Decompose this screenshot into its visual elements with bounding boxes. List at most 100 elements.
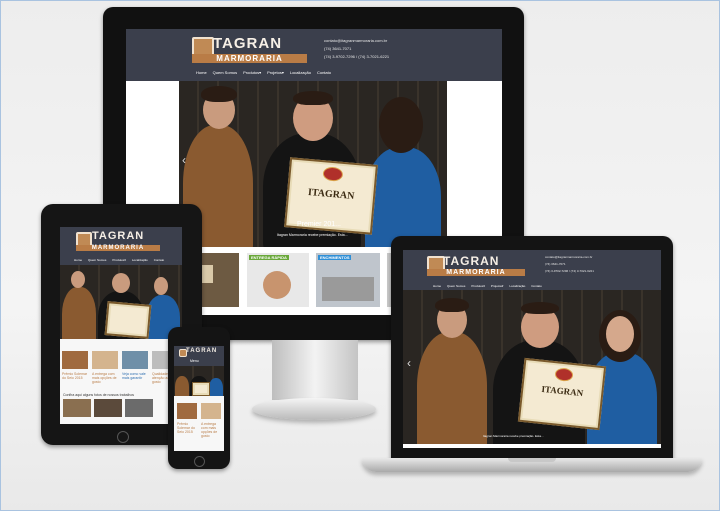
phone-screen: TAGRAN Menu Prêmio Solemar do Seio 2015 … <box>174 346 224 451</box>
tablet-thumb-1[interactable] <box>62 351 88 369</box>
slider-prev-icon[interactable]: ‹ <box>182 153 186 167</box>
tile-2-label: ENTREGA RÁPIDA <box>249 255 289 260</box>
tablet-person-left <box>62 287 96 339</box>
tablet-thumbs: Prêmio Solemar do Seio 2015 A entrega co… <box>62 351 180 387</box>
phone-hero-slider[interactable] <box>174 366 224 396</box>
tablet-brand-name: TAGRAN <box>92 230 145 242</box>
tablet-link-2[interactable]: A entrega com mais opções de gosto <box>92 372 120 384</box>
monitor-neck <box>272 340 358 400</box>
person-right-hair <box>379 97 423 153</box>
brand-subtitle: MARMORARIA <box>192 54 307 63</box>
laptop-nav-about[interactable]: Quem Somos <box>447 284 465 288</box>
laptop-hero-slider[interactable]: ITAGRAN ‹ Itagran Marmoraria recebe prem… <box>403 290 661 444</box>
laptop-brand-name: TAGRAN <box>443 254 500 268</box>
laptop-certificate-title: ITAGRAN <box>540 383 584 399</box>
laptop-nav-contact[interactable]: Contato <box>531 284 542 288</box>
person-left-hair <box>201 86 237 102</box>
tablet-gallery-3[interactable] <box>125 399 153 417</box>
contact-phone: (74) 3641-7071 <box>324 46 352 51</box>
monitor-base <box>252 398 376 420</box>
tile-3-label: ENCHIMENTOS <box>318 255 352 260</box>
laptop-contact-email[interactable]: contato@itagranmarmoraria.com.br <box>545 255 592 259</box>
tablet-certificate <box>104 301 152 339</box>
laptop-person-right-head <box>606 316 634 352</box>
laptop-certificate-seal <box>554 367 574 383</box>
nav-projects[interactable]: Projetos▾ <box>267 70 284 75</box>
certificate-title: ITAGRAN <box>307 187 355 203</box>
phone-header: TAGRAN Menu <box>174 346 224 366</box>
tablet-nav-products[interactable]: Produtos▾ <box>112 258 126 262</box>
tablet-nav-about[interactable]: Quem Somos <box>88 258 106 262</box>
nav-products[interactable]: Produtos▾ <box>243 70 261 75</box>
laptop-header: TAGRAN MARMORARIA contato@itagranmarmora… <box>403 250 661 290</box>
nav-about[interactable]: Quem Somos <box>213 70 237 75</box>
tablet-home-button <box>117 431 129 443</box>
tablet-brand-subtitle: MARMORARIA <box>76 245 160 251</box>
slide-sub-caption: Itagran Marmoraria recebe premiação. Est… <box>277 233 348 237</box>
tablet-person-right-head <box>154 277 168 295</box>
tablet-gallery-1[interactable] <box>63 399 91 417</box>
person-right <box>365 147 441 247</box>
laptop-contact-phone-2: (74) 3-9702-7296 / (74) 3-7021-6221 <box>545 269 594 273</box>
phone-brand-name: TAGRAN <box>186 348 218 354</box>
contact-phone-2: (74) 3-9702-7296 / (74) 3-7021-6221 <box>324 54 390 59</box>
tablet-thumb-3[interactable] <box>122 351 148 369</box>
tablet-person-center-head <box>112 273 130 293</box>
phone-person-right <box>209 378 223 396</box>
tablet-section-title: Confira aqui alguns fotos de nossos trab… <box>63 393 135 397</box>
laptop-nav-products[interactable]: Produtos▾ <box>471 284 485 288</box>
tile-3[interactable]: ENCHIMENTOS <box>316 253 380 307</box>
phone-link-1[interactable]: Prêmio Solemar do Seio 2015 <box>177 422 198 434</box>
hero-slider[interactable]: ITAGRAN ‹ Premier 201... Itagran Marmora… <box>179 81 447 247</box>
nav-contact[interactable]: Contato <box>317 70 331 75</box>
laptop-person-center-hair <box>521 302 559 314</box>
phone-thumb-1[interactable] <box>177 403 197 419</box>
laptop-slide-sub-caption: Itagran Marmoraria recebe premiação. Est… <box>483 434 544 438</box>
tablet-link-3[interactable]: Veja como vale mais garantir <box>122 372 150 380</box>
laptop-screen: TAGRAN MARMORARIA contato@itagranmarmora… <box>403 250 661 448</box>
phone-thumb-2[interactable] <box>201 403 221 419</box>
laptop-slider-prev-icon[interactable]: ‹ <box>407 356 411 370</box>
laptop-certificate: ITAGRAN <box>517 357 607 431</box>
tablet-header: TAGRAN MARMORARIA Home Quem Somos Produtos… <box>60 227 182 265</box>
tile-2[interactable]: ENTREGA RÁPIDA <box>247 253 309 307</box>
tablet-nav-contact[interactable]: Contato <box>154 258 165 262</box>
tablet-hero-slider[interactable] <box>60 265 182 339</box>
tablet-nav: Home Quem Somos Produtos▾ Localização Contat… <box>74 258 170 262</box>
laptop-nav-projects[interactable]: Projetos▾ <box>491 284 504 288</box>
main-nav: Home Quem Somos Produtos▾ Projetos▾ Localiza… <box>196 70 337 75</box>
laptop-brand-subtitle: MARMORARIA <box>427 269 525 276</box>
tablet-screen: TAGRAN MARMORARIA Home Quem Somos Produtos… <box>60 227 182 424</box>
slide-caption: Premier 201... <box>297 221 341 228</box>
phone-home-button <box>194 456 205 467</box>
person-center-hair <box>293 91 333 105</box>
laptop: TAGRAN MARMORARIA contato@itagranmarmora… <box>391 236 673 464</box>
tile-3-building <box>322 277 374 301</box>
laptop-notch <box>508 458 556 462</box>
tablet-person-left-head <box>71 271 85 288</box>
brand-name: TAGRAN <box>213 35 283 52</box>
tablet-link-1[interactable]: Prêmio Solemar do Seio 2015 <box>62 372 90 380</box>
laptop-person-left <box>417 332 487 444</box>
nav-location[interactable]: Localização <box>290 70 311 75</box>
laptop-nav-home[interactable]: Home <box>433 284 441 288</box>
certificate-seal <box>322 166 344 182</box>
laptop-nav: Home Quem Somos Produtos▾ Projetos▾ Localiza… <box>433 284 548 288</box>
nav-home[interactable]: Home <box>196 70 207 75</box>
laptop-person-left-hair <box>435 298 469 312</box>
phone-menu-button[interactable]: Menu <box>190 359 199 363</box>
tablet-nav-location[interactable]: Localização <box>132 258 148 262</box>
tablet-nav-home[interactable]: Home <box>74 258 82 262</box>
tablet-gallery <box>63 399 179 417</box>
phone: TAGRAN Menu Prêmio Solemar do Seio 2015 … <box>168 327 230 469</box>
phone-link-2[interactable]: A entrega com mais opções de gosto <box>201 422 222 438</box>
contact-email[interactable]: contato@itagranmarmoraria.com.br <box>324 38 387 43</box>
laptop-nav-location[interactable]: Localização <box>509 284 525 288</box>
phone-person-left <box>175 376 189 396</box>
site-header: TAGRAN MARMORARIA contato@itagranmarmora… <box>126 29 502 81</box>
tablet-thumb-2[interactable] <box>92 351 118 369</box>
tile-2-hand <box>263 271 291 299</box>
laptop-contact-phone: (74) 3641-7071 <box>545 262 566 266</box>
phone-certificate <box>192 382 210 396</box>
tablet-gallery-2[interactable] <box>94 399 122 417</box>
